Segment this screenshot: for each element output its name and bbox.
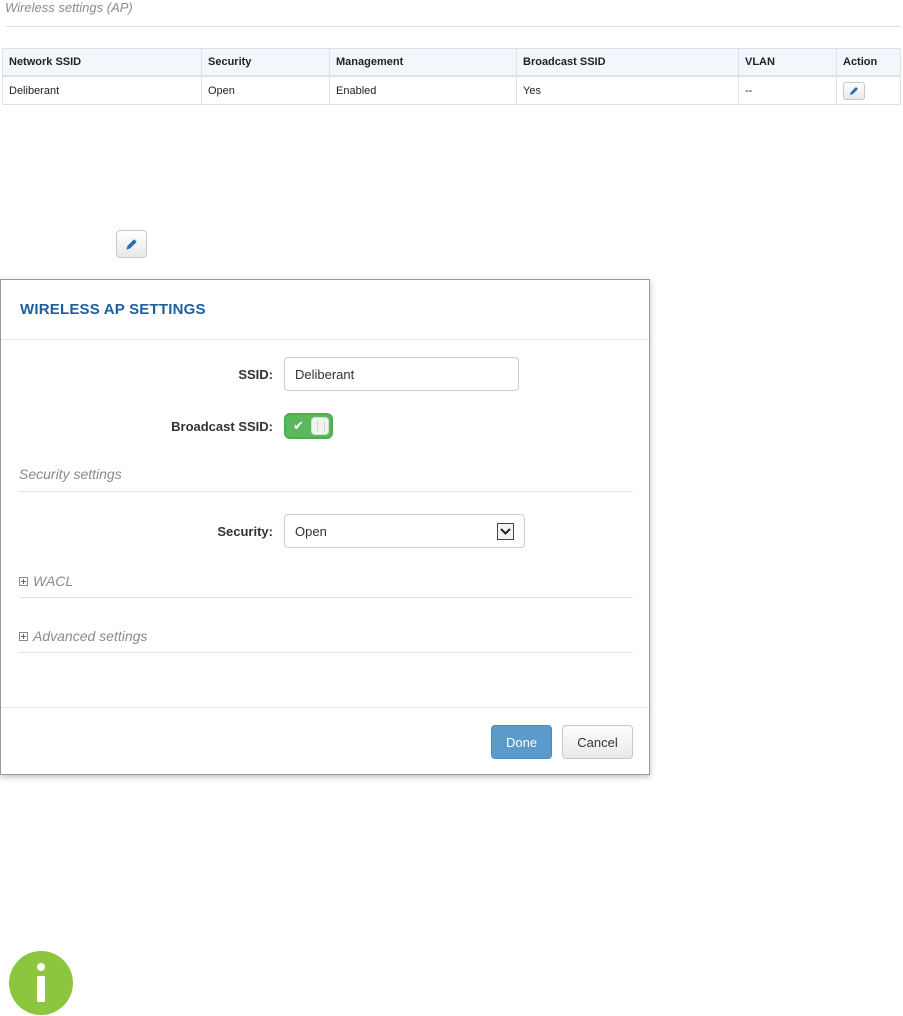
- column-header-action: Action: [836, 48, 901, 77]
- security-select-value: Open: [295, 523, 327, 539]
- info-icon-bar: [37, 976, 45, 1002]
- column-header-broadcast-ssid: Broadcast SSID: [516, 48, 739, 77]
- cell-vlan: --: [738, 75, 837, 105]
- ssid-row: SSID:: [151, 357, 519, 391]
- edit-button[interactable]: [843, 81, 865, 100]
- wacl-expander[interactable]: WACL: [19, 573, 633, 589]
- edit-button-large[interactable]: [116, 230, 147, 258]
- ssid-input[interactable]: [284, 357, 519, 391]
- advanced-settings-expander[interactable]: Advanced settings: [19, 628, 633, 644]
- advanced-settings-title: Advanced settings: [33, 628, 148, 644]
- dialog-header: WIRELESS AP SETTINGS: [1, 280, 649, 340]
- wireless-ap-table: Network SSID Security Management Broadca…: [2, 48, 901, 105]
- dialog-title: WIRELESS AP SETTINGS: [20, 301, 206, 318]
- cell-action: [836, 75, 901, 105]
- info-icon-dot: [37, 963, 45, 971]
- security-label: Security:: [217, 523, 273, 539]
- section-title: Wireless settings (AP): [5, 0, 901, 27]
- table-header-row: Network SSID Security Management Broadca…: [2, 48, 901, 77]
- security-settings-heading: Security settings: [19, 466, 633, 492]
- pencil-icon: [850, 86, 858, 95]
- cell-broadcast-ssid: Yes: [516, 75, 739, 105]
- pencil-icon: [126, 238, 137, 250]
- security-settings-title: Security settings: [19, 466, 122, 482]
- expand-plus-icon: [19, 576, 28, 586]
- chevron-down-icon: [497, 522, 514, 540]
- column-header-management: Management: [329, 48, 517, 77]
- column-header-network-ssid: Network SSID: [2, 48, 202, 77]
- info-icon: [9, 951, 73, 1015]
- broadcast-ssid-row: Broadcast SSID: ✔: [151, 413, 333, 439]
- security-select[interactable]: Open: [284, 514, 525, 548]
- check-icon: ✔: [293, 418, 304, 433]
- cell-network-ssid: Deliberant: [2, 75, 202, 105]
- toggle-knob: [311, 417, 329, 435]
- broadcast-ssid-toggle[interactable]: ✔: [284, 413, 333, 439]
- cell-management: Enabled: [329, 75, 517, 105]
- table-row: Deliberant Open Enabled Yes --: [2, 75, 901, 105]
- broadcast-ssid-label: Broadcast SSID:: [171, 418, 273, 434]
- cancel-button[interactable]: Cancel: [562, 725, 633, 759]
- done-button[interactable]: Done: [491, 725, 552, 759]
- cell-security: Open: [201, 75, 330, 105]
- column-header-security: Security: [201, 48, 330, 77]
- wacl-title: WACL: [33, 573, 74, 589]
- wireless-ap-settings-dialog: WIRELESS AP SETTINGS SSID: Broadcast SSI…: [0, 279, 650, 775]
- wacl-section: WACL: [19, 573, 633, 598]
- ssid-label: SSID:: [238, 366, 273, 382]
- advanced-settings-section: Advanced settings: [19, 628, 633, 653]
- edit-button-illustration: [116, 230, 147, 258]
- expand-plus-icon: [19, 631, 28, 641]
- security-row: Security: Open: [151, 514, 525, 548]
- column-header-vlan: VLAN: [738, 48, 837, 77]
- dialog-footer: Done Cancel: [1, 707, 649, 774]
